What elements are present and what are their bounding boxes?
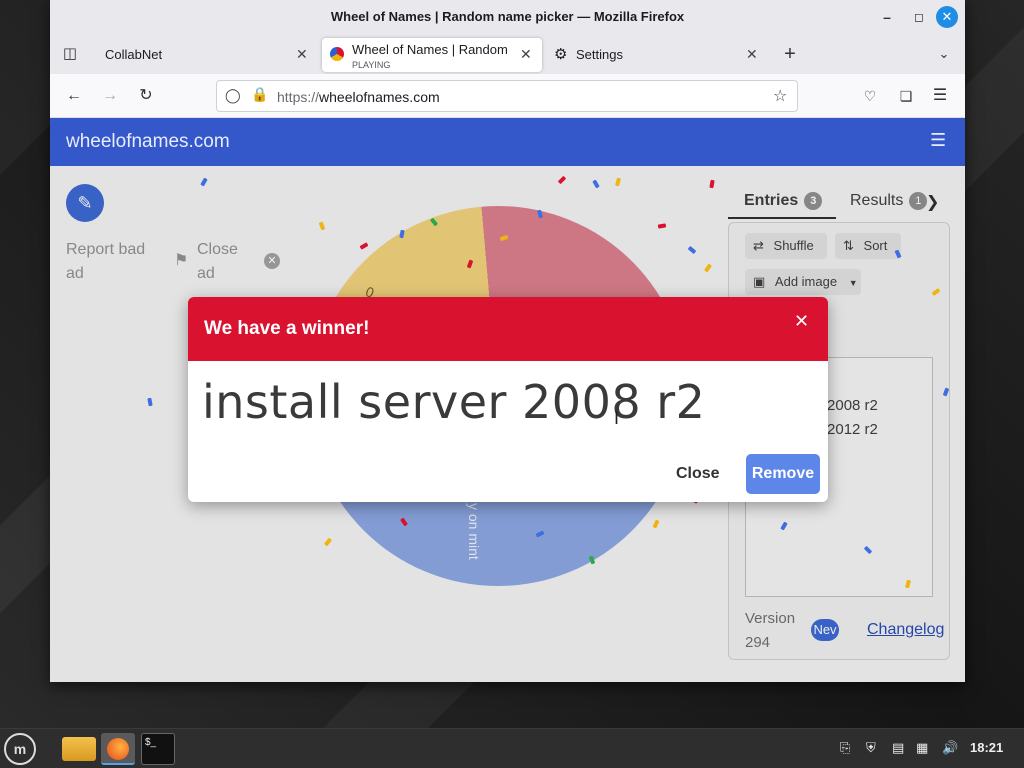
url-protocol: https:// (277, 89, 320, 105)
tab-bar: ◫ CollabNet ✕ Wheel of Names | Random n … (50, 34, 965, 74)
site-menu-icon[interactable]: ☰ (930, 130, 946, 151)
shield-tray-icon[interactable]: ⛨ (866, 740, 876, 756)
network-tray-icon[interactable]: ▦ (916, 740, 928, 756)
clock[interactable]: 18:21 (970, 740, 1003, 755)
tab-playing-status: PLAYING (352, 60, 391, 70)
remove-button[interactable]: Remove (746, 454, 820, 494)
tab-label: CollabNet (105, 47, 163, 62)
tab-collabnet[interactable]: CollabNet ✕ (98, 38, 322, 72)
winner-dialog: We have a winner! ✕ install server 2008 … (188, 297, 828, 502)
firefox-window: Wheel of Names | Random name picker — Mo… (50, 0, 965, 682)
taskbar: m $_ ⎘ ⛨ ▤ ▦ 🔊 18:21 (0, 728, 1024, 768)
site-name[interactable]: wheelofnames.com (66, 131, 230, 153)
list-tabs-chevron-down-icon[interactable]: ⌄ (932, 42, 956, 66)
shield-icon[interactable]: ◯ (225, 87, 241, 104)
firefox-view-icon[interactable]: ◫ (58, 42, 82, 66)
tab-settings[interactable]: ⚙ Settings ✕ (544, 38, 768, 72)
gear-icon: ⚙ (554, 46, 568, 63)
dialog-header: We have a winner! ✕ (188, 297, 828, 361)
web-page: wheelofnames.com ☰ ✎ Report bad ad ⚑ Clo… (50, 118, 965, 682)
window-titlebar: Wheel of Names | Random name picker — Mo… (50, 0, 965, 34)
new-tab-icon[interactable]: + (778, 42, 802, 66)
lock-icon[interactable]: 🔒 (251, 86, 268, 103)
url-host: wheelofnames.com (319, 89, 440, 105)
hamburger-menu-icon[interactable]: ☰ (928, 84, 952, 108)
extensions-puzzle-icon[interactable]: ❏ (894, 84, 918, 108)
tab-close-icon[interactable]: ✕ (296, 46, 308, 63)
bookmark-star-icon[interactable]: ☆ (773, 86, 787, 106)
text-cursor-icon: I (614, 408, 620, 428)
tab-close-icon[interactable]: ✕ (520, 46, 532, 63)
url-bar[interactable]: ◯ 🔒 https://wheelofnames.com ☆ (216, 80, 798, 112)
tab-label: Wheel of Names | Random n (352, 42, 512, 57)
forward-arrow-icon[interactable]: → (98, 84, 122, 108)
maximize-icon[interactable]: ◻ (908, 6, 930, 28)
clipboard-tray-icon[interactable]: ⎘ (840, 740, 850, 756)
updates-tray-icon[interactable]: ▤ (892, 740, 904, 756)
tab-wheel-of-names[interactable]: Wheel of Names | Random n PLAYING ✕ (322, 38, 542, 72)
tab-close-icon[interactable]: ✕ (746, 46, 758, 63)
back-arrow-icon[interactable]: ← (62, 84, 86, 108)
close-button[interactable]: Close (676, 465, 720, 483)
winner-name: install server 2008 r2 (202, 375, 706, 429)
volume-tray-icon[interactable]: 🔊 (942, 740, 958, 756)
window-title: Wheel of Names | Random name picker — Mo… (330, 9, 685, 24)
wheel-favicon-icon (330, 47, 344, 61)
tab-label: Settings (576, 47, 623, 62)
close-dialog-icon[interactable]: ✕ (794, 311, 809, 332)
terminal-icon[interactable]: $_ (141, 733, 175, 765)
site-header: wheelofnames.com ☰ (50, 118, 965, 166)
mint-menu-icon[interactable]: m (4, 733, 36, 765)
reload-icon[interactable]: ↻ (134, 84, 158, 108)
firefox-taskbar-icon[interactable] (101, 733, 135, 765)
pocket-icon[interactable]: ♡ (858, 84, 882, 108)
minimize-icon[interactable]: – (876, 6, 898, 28)
close-window-icon[interactable]: ✕ (936, 6, 958, 28)
files-folder-icon[interactable] (62, 737, 96, 761)
dialog-title: We have a winner! (204, 318, 370, 339)
navigation-toolbar: ← → ↻ ◯ 🔒 https://wheelofnames.com ☆ ♡ ❏… (50, 74, 965, 118)
